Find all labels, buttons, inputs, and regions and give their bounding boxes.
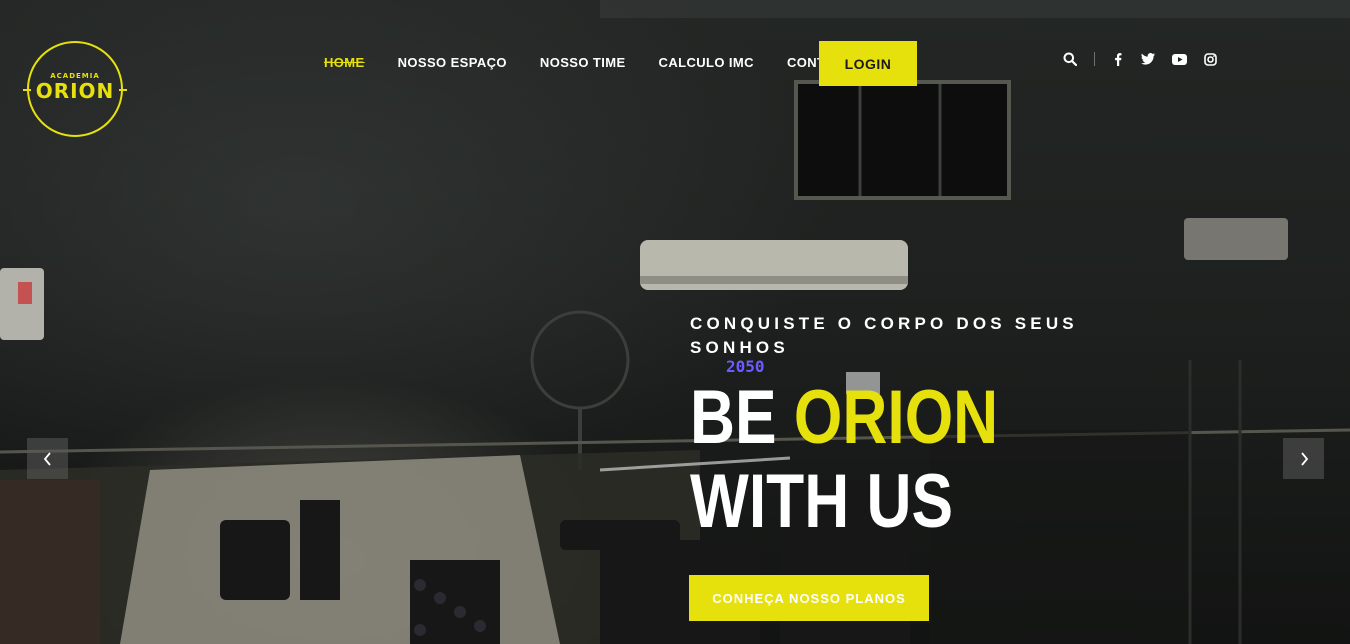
slider-next-button[interactable] — [1283, 438, 1324, 479]
logo-ornament-left — [23, 89, 31, 91]
search-icon[interactable] — [1062, 51, 1078, 67]
headline-part-1: BE — [690, 375, 794, 460]
social-divider — [1094, 52, 1095, 66]
login-button[interactable]: LOGIN — [819, 41, 917, 86]
hero-slider: 2050 ACADEMIA ORION HOME NOSSO ESPAÇO NO… — [0, 0, 1350, 644]
headline-accent: ORION — [793, 375, 999, 460]
slider-prev-button[interactable] — [27, 438, 68, 479]
headline-part-2: WITH US — [690, 459, 954, 544]
logo-big-text: ORION — [35, 79, 115, 103]
nav-item-calculo-imc[interactable]: CALCULO IMC — [659, 54, 754, 72]
twitter-icon[interactable] — [1140, 51, 1156, 67]
site-logo[interactable]: ACADEMIA ORION — [23, 41, 127, 137]
main-nav: HOME NOSSO ESPAÇO NOSSO TIME CALCULO IMC… — [324, 54, 885, 72]
cta-planos-button[interactable]: CONHEÇA NOSSO PLANOS — [689, 575, 929, 621]
nav-item-nosso-espaco[interactable]: NOSSO ESPAÇO — [398, 54, 507, 72]
chevron-right-icon — [1300, 451, 1308, 466]
nav-item-home[interactable]: HOME — [324, 54, 365, 72]
hero-kicker: CONQUISTE O CORPO DOS SEUS SONHOS — [690, 314, 1078, 357]
hero-headline: BE ORION WITH US — [690, 376, 1116, 544]
chevron-left-icon — [43, 451, 51, 466]
instagram-icon[interactable] — [1202, 51, 1218, 67]
nav-item-nosso-time[interactable]: NOSSO TIME — [540, 54, 626, 72]
youtube-icon[interactable] — [1171, 51, 1187, 67]
gym-background-image: 2050 — [0, 0, 1350, 644]
facebook-icon[interactable] — [1110, 51, 1126, 67]
header-social-bar — [1062, 50, 1218, 68]
logo-ornament-right — [119, 89, 127, 91]
